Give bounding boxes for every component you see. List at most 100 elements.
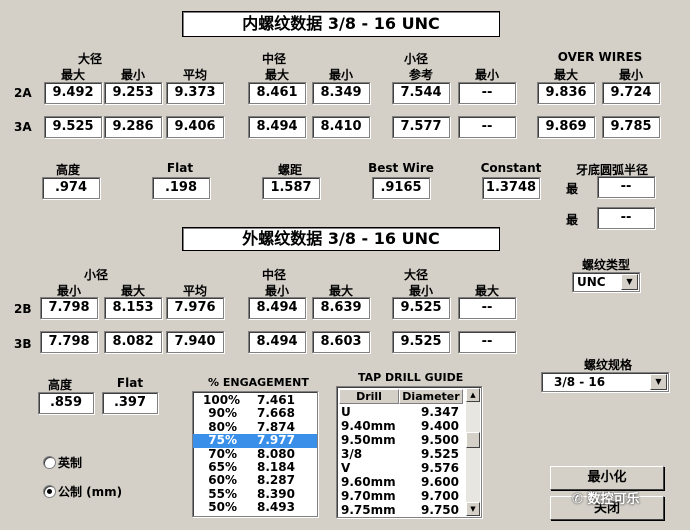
thread-type-select[interactable]: UNC ▼ xyxy=(572,272,640,292)
internal-2a-major-max: 9.492 xyxy=(44,82,102,104)
tap-drill-size: 9.60mm xyxy=(341,475,396,489)
tap-drill-diameter: 9.600 xyxy=(421,475,459,489)
internal-3a-minor-ref: 7.577 xyxy=(392,116,450,138)
tap-drill-title: TAP DRILL GUIDE xyxy=(358,371,464,384)
external-3b-pitch-max: 8.603 xyxy=(312,331,370,353)
root-radius-min-value: -- xyxy=(597,207,655,229)
internal-height-value: .974 xyxy=(42,177,100,199)
engagement-item[interactable]: 90% 7.668 xyxy=(193,406,317,420)
engagement-item[interactable]: 75% 7.977 xyxy=(193,433,317,448)
internal-major-avg-label: 平均 xyxy=(182,68,207,82)
tap-drill-diameter: 9.700 xyxy=(421,489,459,503)
tap-drill-scrollbar[interactable]: ▲ ▼ xyxy=(466,388,480,516)
tap-drill-row[interactable]: 9.60mm 9.600 xyxy=(339,475,469,489)
root-radius-min-label: 最 xyxy=(566,213,579,227)
internal-pitch-value: 1.587 xyxy=(262,177,320,199)
external-3b-minor-max: 8.082 xyxy=(104,331,162,353)
constant-label: Constant xyxy=(480,161,542,175)
internal-minor-header: 小径 xyxy=(403,52,428,66)
tap-drill-size: U xyxy=(341,405,351,419)
internal-major-min-label: 最小 xyxy=(120,68,145,82)
internal-3a-ow-min: 9.785 xyxy=(602,116,660,138)
engagement-drill: 8.390 xyxy=(257,486,295,501)
scroll-down-icon[interactable]: ▼ xyxy=(466,502,480,516)
thread-type-value: UNC xyxy=(577,275,606,289)
imperial-radio[interactable] xyxy=(43,456,56,469)
tap-drill-row[interactable]: 9.70mm 9.700 xyxy=(339,489,469,503)
external-3b-major-max: -- xyxy=(458,331,516,353)
engagement-item[interactable]: 80% 7.874 xyxy=(193,420,317,434)
engagement-item[interactable]: 100% 7.461 xyxy=(193,393,317,407)
chevron-down-icon[interactable]: ▼ xyxy=(621,274,638,290)
thread-spec-label: 螺纹规格 xyxy=(584,358,633,372)
external-2b-pitch-max: 8.639 xyxy=(312,297,370,319)
chevron-down-icon[interactable]: ▼ xyxy=(650,374,667,390)
best-wire-value: .9165 xyxy=(372,177,430,199)
engagement-drill: 8.287 xyxy=(257,473,295,488)
constant-value: 1.3748 xyxy=(482,177,540,199)
root-radius-max-value: -- xyxy=(597,176,655,198)
engagement-title: % ENGAGEMENT xyxy=(208,376,309,389)
imperial-label[interactable]: 英制 xyxy=(58,454,82,471)
internal-ow-min-label: 最小 xyxy=(618,68,643,82)
tap-drill-row[interactable]: 9.50mm 9.500 xyxy=(339,433,469,447)
internal-major-header: 大径 xyxy=(77,52,102,66)
best-wire-label: Best Wire xyxy=(368,161,434,175)
internal-row-label-3a: 3A xyxy=(14,120,32,134)
tap-drill-diameter: 9.525 xyxy=(421,447,459,461)
internal-3a-major-max: 9.525 xyxy=(44,116,102,138)
engagement-pct: 60% xyxy=(208,473,237,488)
external-thread-title: 外螺纹数据 3/8 - 16 UNC xyxy=(182,227,500,251)
tap-drill-row[interactable]: 3/8 9.525 xyxy=(339,447,469,461)
external-2b-minor-avg: 7.976 xyxy=(166,297,224,319)
internal-over-wires-header: OVER WIRES xyxy=(557,50,643,64)
thread-spec-select[interactable]: 3/8 - 16 ▼ xyxy=(541,372,669,392)
external-3b-pitch-min: 8.494 xyxy=(248,331,306,353)
engagement-item[interactable]: 50% 8.493 xyxy=(193,500,317,515)
thread-calculator-window: 内螺纹数据 3/8 - 16 UNC 大径 中径 小径 OVER WIRES 最… xyxy=(0,0,690,530)
tap-drill-row[interactable]: 9.40mm 9.400 xyxy=(339,419,469,433)
tap-drill-list[interactable]: Drill Diameter U 9.347 9.40mm 9.400 9.50mm 9.… xyxy=(336,386,482,518)
engagement-item[interactable]: 60% 8.287 xyxy=(193,473,317,488)
internal-3a-pitch-max: 8.494 xyxy=(248,116,306,138)
tap-drill-row[interactable]: 9.75mm 9.750 xyxy=(339,503,469,517)
engagement-drill: 7.461 xyxy=(257,393,295,407)
tap-drill-size: 9.75mm xyxy=(341,503,396,517)
engagement-item[interactable]: 70% 8.080 xyxy=(193,446,317,461)
internal-2a-pitch-max: 8.461 xyxy=(248,82,306,104)
internal-3a-pitch-min: 8.410 xyxy=(312,116,370,138)
tap-drill-col-drill[interactable]: Drill xyxy=(339,389,399,404)
engagement-item[interactable]: 55% 8.390 xyxy=(193,486,317,501)
internal-ow-max-label: 最大 xyxy=(553,68,578,82)
external-row-label-3b: 3B xyxy=(14,337,32,351)
engagement-drill: 8.080 xyxy=(257,446,295,461)
internal-flat-value: .198 xyxy=(152,177,210,199)
external-2b-minor-max: 8.153 xyxy=(104,297,162,319)
tap-drill-col-diameter[interactable]: Diameter xyxy=(399,389,463,404)
scroll-up-icon[interactable]: ▲ xyxy=(466,388,480,402)
external-3b-minor-min: 7.798 xyxy=(40,331,98,353)
tap-drill-size: 9.40mm xyxy=(341,419,396,433)
engagement-list[interactable]: 100% 7.461 90% 7.668 80% 7.874 75% 7.977 70% 8.08… xyxy=(192,391,318,517)
internal-minor-min-label: 最小 xyxy=(474,68,499,82)
radio-selected-dot xyxy=(47,489,52,494)
internal-thread-title: 内螺纹数据 3/8 - 16 UNC xyxy=(182,11,500,37)
internal-flat-label: Flat xyxy=(166,161,194,175)
internal-3a-minor-min: -- xyxy=(458,116,516,138)
tap-drill-diameter: 9.576 xyxy=(421,461,459,475)
metric-radio[interactable] xyxy=(43,485,56,498)
engagement-item[interactable]: 65% 8.184 xyxy=(193,459,317,474)
external-2b-pitch-min: 8.494 xyxy=(248,297,306,319)
minimize-button[interactable]: 最小化 xyxy=(550,466,664,490)
engagement-pct: 100% xyxy=(203,393,241,407)
scroll-thumb[interactable] xyxy=(466,432,480,448)
tap-drill-diameter: 9.347 xyxy=(421,405,459,419)
tap-drill-row[interactable]: V 9.576 xyxy=(339,461,469,475)
engagement-pct: 65% xyxy=(208,459,237,474)
engagement-pct: 50% xyxy=(208,500,237,515)
tap-drill-row[interactable]: U 9.347 xyxy=(339,405,469,419)
metric-label[interactable]: 公制 (mm) xyxy=(58,483,122,500)
internal-2a-ow-max: 9.836 xyxy=(537,82,595,104)
internal-major-max-label: 最大 xyxy=(60,68,85,82)
tap-drill-diameter: 9.500 xyxy=(421,433,459,447)
